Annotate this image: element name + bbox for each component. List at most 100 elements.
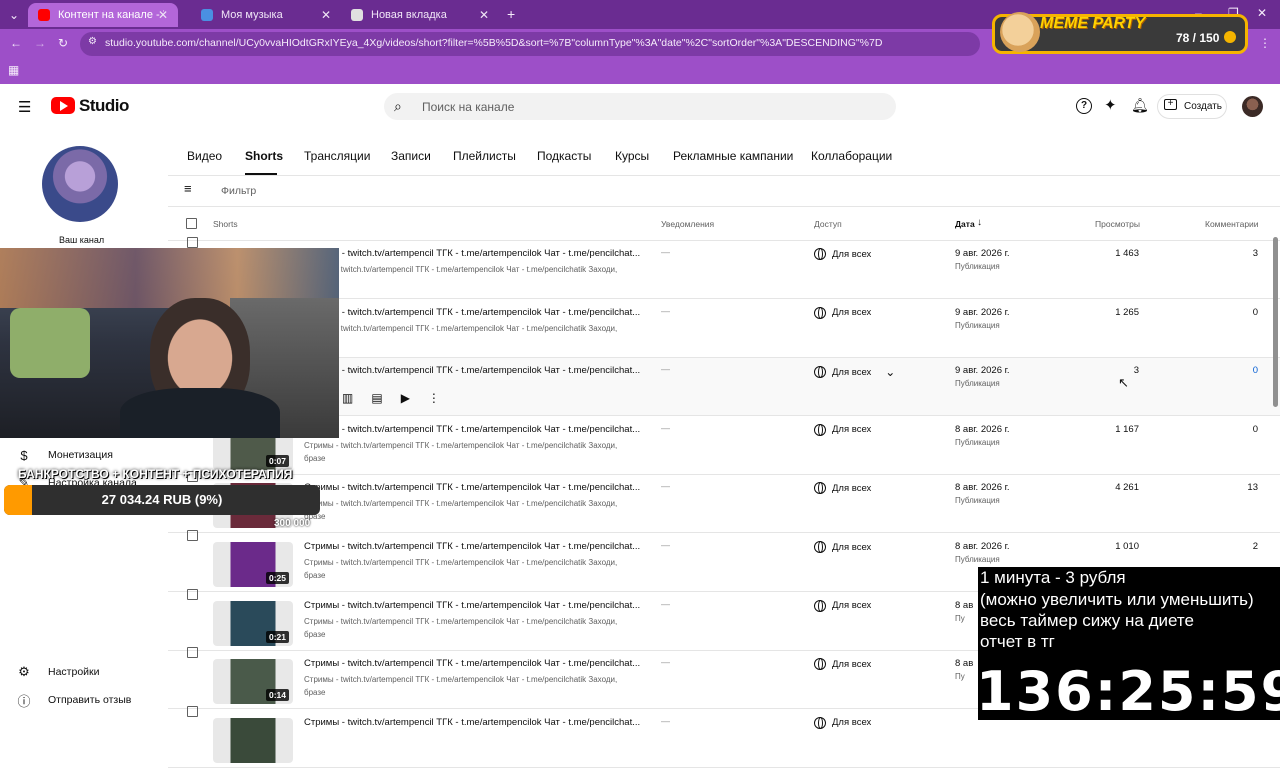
analytics-icon[interactable]: ▥ xyxy=(342,391,353,405)
sidebar-item-feedback[interactable]: ⓘ Отправить отзыв xyxy=(16,692,131,709)
video-title[interactable]: Стримы - twitch.tv/artempencil ТГК - t.m… xyxy=(304,365,640,376)
comment-count[interactable]: 13 xyxy=(1247,482,1258,493)
visibility-select[interactable]: Для всех xyxy=(814,482,871,495)
visibility-select[interactable]: Для всех xyxy=(814,423,871,436)
donation-goal-title: БАНКРОТСТВО + КОНТЕНТ + ПСИХОТЕРАПИЯ xyxy=(18,467,293,481)
video-thumbnail[interactable]: 0:25 xyxy=(213,542,293,587)
tab-playlists[interactable]: Плейлисты xyxy=(453,149,516,163)
browser-tab[interactable]: Моя музыка ✕ xyxy=(191,3,341,27)
comments-icon[interactable]: ▤ xyxy=(371,391,382,405)
tab-list-icon[interactable]: ⌄ xyxy=(9,8,19,22)
close-window-icon[interactable]: ✕ xyxy=(1257,6,1267,20)
site-info-icon[interactable]: ⚙ xyxy=(88,36,97,47)
your-channel-label[interactable]: Ваш канал xyxy=(59,235,104,245)
comment-count[interactable]: 3 xyxy=(1253,248,1258,259)
visibility-label: Для всех xyxy=(832,541,872,553)
webcam-person-body xyxy=(120,388,280,438)
video-title[interactable]: Стримы - twitch.tv/artempencil ТГК - t.m… xyxy=(304,658,640,669)
tab-collaborations[interactable]: Коллаборации xyxy=(811,149,892,163)
video-thumbnail[interactable]: 0:21 xyxy=(213,600,293,646)
forward-icon[interactable]: → xyxy=(34,36,46,50)
tab-favicon-icon xyxy=(351,9,363,21)
tab-close-icon[interactable]: ✕ xyxy=(321,8,331,22)
apps-grid-icon[interactable]: ▦ xyxy=(8,63,19,77)
video-description: Стримы - twitch.tv/artempencil ТГК - t.m… xyxy=(304,497,634,523)
new-tab-icon[interactable]: + xyxy=(507,6,515,22)
video-thumbnail[interactable]: 0:14 xyxy=(213,659,293,705)
tab-posts[interactable]: Записи xyxy=(391,149,431,163)
channel-avatar[interactable] xyxy=(42,146,118,222)
visibility-select[interactable]: Для всех xyxy=(814,248,871,260)
chevron-down-icon[interactable]: ⌄ xyxy=(885,365,895,379)
visibility-select[interactable]: Для всех ⌄ xyxy=(814,365,895,379)
globe-icon xyxy=(814,306,826,319)
tab-live[interactable]: Трансляции xyxy=(304,149,370,163)
reload-icon[interactable]: ↻ xyxy=(58,36,68,50)
sort-arrow-down-icon[interactable]: ↓ xyxy=(977,217,982,228)
donation-amount: 27 034.24 RUB (9%) xyxy=(101,492,223,507)
visibility-label: Для всех xyxy=(832,307,872,319)
tab-shorts[interactable]: Shorts xyxy=(245,149,283,163)
video-title[interactable]: Стримы - twitch.tv/artempencil ТГК - t.m… xyxy=(304,248,640,259)
gear-icon: ⚙ xyxy=(18,664,30,679)
comment-count[interactable]: 0 xyxy=(1253,307,1258,318)
studio-logo-text[interactable]: Studio xyxy=(79,96,129,116)
browser-tab[interactable]: Новая вкладка ✕ xyxy=(341,3,499,27)
video-title[interactable]: Стримы - twitch.tv/artempencil ТГК - t.m… xyxy=(304,600,640,611)
back-icon[interactable]: ← xyxy=(10,36,22,50)
row-checkbox[interactable] xyxy=(187,530,198,541)
filter-input[interactable]: Фильтр xyxy=(221,185,256,197)
tab-podcasts[interactable]: Подкасты xyxy=(537,149,591,163)
column-comments[interactable]: Комментарии xyxy=(1205,219,1259,229)
visibility-select[interactable]: Для всех xyxy=(814,599,871,612)
row-action-bar: ▥ ▤ ▶ ⋮ xyxy=(342,391,440,405)
select-all-checkbox[interactable] xyxy=(186,218,197,229)
comment-count[interactable]: 0 xyxy=(1253,365,1258,376)
table-row[interactable]: Стримы - twitch.tv/artempencil ТГК - t.m… xyxy=(168,471,1280,534)
tab-courses[interactable]: Курсы xyxy=(615,149,649,163)
tab-label: Контент на канале - YouTube S xyxy=(58,9,164,21)
visibility-select[interactable]: Для всех xyxy=(814,306,872,319)
row-checkbox[interactable] xyxy=(187,237,198,248)
video-title[interactable]: Стримы - twitch.tv/artempencil ТГК - t.m… xyxy=(304,541,640,552)
column-views[interactable]: Просмотры xyxy=(1095,219,1140,229)
publish-status: Публикация xyxy=(955,320,1000,330)
visibility-select[interactable]: Для всех xyxy=(814,658,871,671)
browser-tab[interactable]: Контент на канале - YouTube S✕ xyxy=(28,3,178,27)
comment-count[interactable]: 0 xyxy=(1253,424,1258,435)
scrollbar[interactable] xyxy=(1273,237,1278,407)
tab-close-icon[interactable]: ✕ xyxy=(479,8,489,22)
video-title[interactable]: Стримы - twitch.tv/artempencil ТГК - t.m… xyxy=(304,307,640,318)
video-title[interactable]: Стримы - twitch.tv/artempencil ТГК - t.m… xyxy=(304,424,640,435)
column-date[interactable]: Дата xyxy=(955,219,975,229)
row-checkbox[interactable] xyxy=(187,647,198,659)
filter-icon[interactable]: ≡ xyxy=(184,182,192,195)
row-checkbox[interactable] xyxy=(187,588,198,600)
visibility-select[interactable]: Для всех xyxy=(814,716,871,729)
sidebar-item-settings[interactable]: ⚙ Настройки xyxy=(16,664,99,680)
bell-icon[interactable]: 🔔︎ xyxy=(1131,97,1149,114)
video-title[interactable]: Стримы - twitch.tv/artempencil ТГК - t.m… xyxy=(304,717,640,728)
more-options-icon[interactable]: ⋮ xyxy=(428,391,440,405)
search-icon[interactable]: ⌕ xyxy=(394,98,402,115)
account-avatar[interactable] xyxy=(1242,96,1263,117)
tab-videos[interactable]: Видео xyxy=(187,149,222,163)
youtube-icon[interactable]: ▶ xyxy=(401,391,410,405)
row-checkbox[interactable] xyxy=(187,705,198,717)
video-thumbnail[interactable] xyxy=(213,717,293,763)
tab-ad-campaigns[interactable]: Рекламные кампании xyxy=(673,149,793,163)
visibility-label: Для всех xyxy=(832,248,872,260)
sparkle-icon[interactable]: ✦ xyxy=(1104,96,1117,114)
video-title[interactable]: Стримы - twitch.tv/artempencil ТГК - t.m… xyxy=(304,482,640,493)
help-icon[interactable]: ? xyxy=(1076,98,1092,114)
view-count: 1 463 xyxy=(1115,248,1139,259)
url-text[interactable]: studio.youtube.com/channel/UCy0vvaHIOdtG… xyxy=(105,37,882,49)
meme-party-title: MEME PARTY xyxy=(1040,15,1146,32)
sidebar-item-monetization[interactable]: $ Монетизация xyxy=(16,447,113,463)
visibility-select[interactable]: Для всех xyxy=(814,541,871,553)
comment-count[interactable]: 2 xyxy=(1253,541,1258,552)
tab-close-icon[interactable]: ✕ xyxy=(158,8,168,22)
browser-menu-icon[interactable]: ⋮ xyxy=(1259,36,1271,50)
globe-icon xyxy=(814,716,826,729)
hamburger-menu-icon[interactable]: ☰ xyxy=(18,98,31,116)
